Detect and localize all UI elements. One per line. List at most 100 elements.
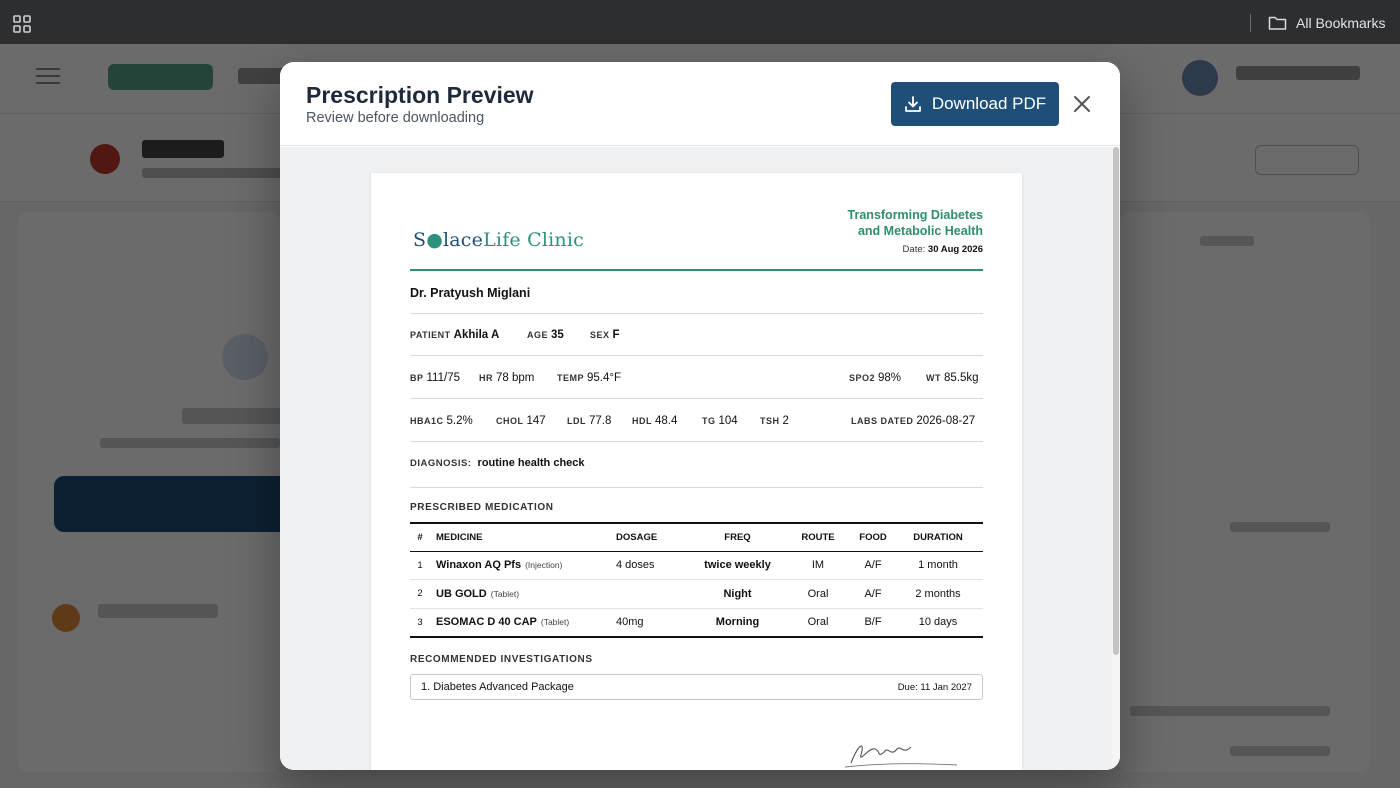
col-medicine: MEDICINE [430, 522, 616, 552]
tg-value: 104 [718, 415, 738, 427]
modal-title: Prescription Preview [306, 82, 534, 108]
med-food: A/F [853, 579, 893, 609]
doctor-name: Dr. Pratyush Miglani [410, 286, 531, 300]
med-index: 2 [410, 579, 430, 609]
modal-body[interactable]: S●laceLife Clinic Transforming Diabetes … [280, 147, 1120, 770]
folder-icon [1268, 16, 1287, 30]
diagnosis-label: DIAGNOSIS: [410, 458, 472, 469]
col-route: ROUTE [783, 522, 853, 552]
tagline-line-1: Transforming Diabetes [847, 208, 983, 222]
logo-part-2: lace [443, 229, 484, 251]
age-value: 35 [551, 329, 564, 341]
modal-scrollbar[interactable] [1112, 147, 1120, 770]
divider [410, 398, 983, 399]
divider [410, 355, 983, 356]
tsh-label: TSH [760, 416, 780, 426]
ldl-value: 77.8 [589, 415, 612, 427]
med-form: (Injection) [525, 560, 563, 571]
med-dosage [616, 579, 692, 609]
hr-label: HR [479, 373, 493, 383]
med-route: IM [783, 551, 853, 580]
all-bookmarks-button[interactable]: All Bookmarks [1268, 12, 1385, 34]
chol-label: CHOL [496, 416, 524, 426]
tagline-line-2: and Metabolic Health [857, 224, 983, 238]
col-dosage: DOSAGE [616, 522, 692, 552]
divider [410, 313, 983, 314]
wt-value: 85.5kg [944, 372, 979, 384]
modal-header: Prescription Preview Review before downl… [280, 62, 1120, 146]
tg-label: TG [702, 416, 716, 426]
divider [410, 441, 983, 442]
patient-label: PATIENT [410, 330, 451, 340]
table-row: 3 ESOMAC D 40 CAP (Tablet) 40mg Morning O… [410, 608, 983, 638]
med-form: (Tablet) [540, 617, 570, 627]
spo2-value: 98% [878, 372, 902, 384]
patient-value: Akhila A [453, 329, 500, 341]
med-freq: Night [692, 579, 783, 609]
medication-heading: PRESCRIBED MEDICATION [410, 502, 554, 513]
med-form: (Tablet) [490, 588, 520, 599]
wt-label: WT [926, 373, 941, 383]
close-icon[interactable] [1070, 92, 1094, 116]
investigation-name: 1. Diabetes Advanced Package [421, 681, 574, 693]
med-food: B/F [853, 608, 893, 638]
medication-table: # MEDICINE DOSAGE FREQ ROUTE FOOD DURATI… [410, 522, 983, 638]
med-duration: 2 months [893, 579, 983, 609]
hba1c-value: 5.2% [446, 415, 473, 427]
apps-grid-icon[interactable] [13, 15, 31, 33]
prescription-preview-modal: Prescription Preview Review before downl… [280, 62, 1120, 770]
bookmarks-separator [1250, 14, 1251, 32]
med-food: A/F [853, 551, 893, 580]
labs-dated-value: 2026-08-27 [916, 415, 976, 427]
col-food: FOOD [853, 522, 893, 552]
logo-drop-icon: ● [426, 229, 443, 251]
med-dosage: 40mg [616, 608, 692, 638]
investigation-due: Due: 11 Jan 2027 [897, 682, 972, 693]
sex-label: SEX [590, 330, 610, 340]
investigations-heading: RECOMMENDED INVESTIGATIONS [410, 654, 593, 665]
temp-value: 95.4°F [587, 372, 622, 384]
doctor-signature [844, 745, 958, 768]
spo2-label: SPO2 [849, 373, 876, 383]
med-name: UB GOLD [436, 587, 487, 600]
divider [410, 487, 983, 488]
download-pdf-label: Download PDF [931, 94, 1047, 113]
med-route: Oral [783, 608, 853, 638]
date-value: 30 Aug 2026 [927, 244, 983, 255]
hba1c-label: HBA1C [410, 416, 444, 426]
prescription-date: Date: 30 Aug 2026 [903, 244, 983, 255]
hdl-value: 48.4 [655, 415, 678, 427]
med-index: 1 [410, 551, 430, 580]
med-dosage: 4 doses [616, 551, 692, 580]
temp-label: TEMP [557, 373, 585, 383]
col-index: # [410, 522, 430, 552]
med-duration: 1 month [893, 551, 983, 580]
header-divider [410, 269, 983, 271]
bookmarks-bar: All Bookmarks [0, 0, 1400, 44]
date-label: Date: [902, 244, 926, 255]
table-header-row: # MEDICINE DOSAGE FREQ ROUTE FOOD DURATI… [410, 522, 983, 552]
med-freq: Morning [692, 608, 783, 638]
chol-value: 147 [526, 415, 546, 427]
download-icon [904, 96, 921, 112]
hr-value: 78 bpm [496, 372, 535, 384]
diagnosis-value: routine health check [477, 457, 585, 469]
med-name: ESOMAC D 40 CAP [436, 616, 537, 628]
labs-row: HBA1C 5.2% CHOL 147 LDL 77.8 HDL 48.4 TG 104 … [410, 415, 983, 431]
med-duration: 10 days [893, 608, 983, 638]
investigation-item: 1. Diabetes Advanced Package Due: 11 Jan… [410, 674, 983, 700]
clinic-tagline: Transforming Diabetes and Metabolic Heal… [848, 207, 983, 239]
all-bookmarks-label: All Bookmarks [1296, 15, 1386, 31]
labs-dated-label: LABS DATED [851, 416, 914, 426]
clinic-logo: S●laceLife Clinic [413, 229, 584, 251]
col-duration: DURATION [893, 522, 983, 552]
scrollbar-thumb[interactable] [1113, 147, 1119, 655]
logo-part-1: S [413, 229, 427, 251]
logo-part-3: Life Clinic [483, 229, 584, 251]
med-index: 3 [410, 608, 430, 638]
med-name: Winaxon AQ Pfs [436, 559, 522, 572]
diagnosis: DIAGNOSIS: routine health check [410, 457, 585, 469]
download-pdf-button[interactable]: Download PDF [891, 82, 1059, 126]
tsh-value: 2 [782, 415, 789, 427]
table-row: 1 Winaxon AQ Pfs (Injection) 4 doses twic… [410, 551, 983, 580]
